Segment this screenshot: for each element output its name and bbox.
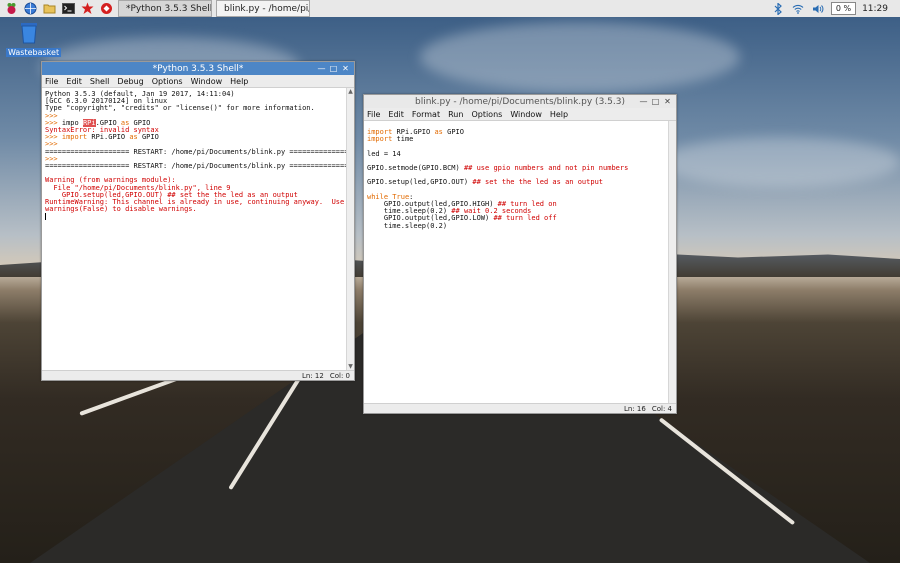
menu-help[interactable]: Help bbox=[550, 110, 568, 119]
menu-help[interactable]: Help bbox=[230, 77, 248, 86]
shell-status-line: Ln: 12 bbox=[302, 371, 324, 380]
text-cursor-line bbox=[45, 213, 346, 221]
code-token: import bbox=[61, 133, 88, 142]
code-token: ## use gpio numbers and not pin numbers bbox=[463, 163, 629, 172]
shell-scrollbar[interactable]: ▲ ▼ bbox=[346, 88, 354, 370]
clock[interactable]: 11:29 bbox=[862, 4, 888, 14]
code-line: GPIO.setmode(GPIO.BCM) ## use gpio numbe… bbox=[367, 163, 668, 172]
close-icon[interactable]: ✕ bbox=[341, 64, 350, 73]
code-token: GPIO bbox=[442, 128, 464, 136]
close-icon[interactable]: ✕ bbox=[663, 97, 672, 106]
python-shell-window: *Python 3.5.3 Shell* — □ ✕ File Edit Shell… bbox=[41, 61, 355, 381]
shell-menubar: File Edit Shell Debug Options Window Help bbox=[42, 75, 354, 88]
shell-title: *Python 3.5.3 Shell* bbox=[152, 63, 244, 74]
menu-debug[interactable]: Debug bbox=[117, 77, 143, 86]
code-token: import bbox=[367, 135, 393, 144]
menu-options[interactable]: Options bbox=[152, 77, 183, 86]
code-line: Type "copyright", "credits" or "license(… bbox=[45, 105, 346, 112]
volume-icon[interactable] bbox=[811, 2, 825, 16]
wastebasket-icon bbox=[21, 23, 37, 44]
wifi-icon[interactable] bbox=[791, 2, 805, 16]
wastebasket-label: Wastebasket bbox=[6, 48, 62, 57]
code-token: time.sleep(0.2) bbox=[367, 221, 448, 230]
menu-window[interactable]: Window bbox=[191, 77, 223, 86]
code-token: ## turn led off bbox=[493, 214, 557, 223]
editor-menubar: File Edit Format Run Options Window Help bbox=[364, 108, 676, 121]
scroll-down-icon[interactable]: ▼ bbox=[347, 363, 354, 370]
taskbar-task-shell[interactable]: *Python 3.5.3 Shell* bbox=[118, 0, 212, 17]
menu-format[interactable]: Format bbox=[412, 110, 440, 119]
mathematica-icon[interactable] bbox=[80, 1, 95, 16]
taskbar-task-editor[interactable]: blink.py - /home/pi/D... bbox=[216, 0, 310, 17]
menu-file[interactable]: File bbox=[45, 77, 58, 86]
menu-window[interactable]: Window bbox=[510, 110, 542, 119]
code-token: as bbox=[129, 133, 138, 142]
editor-title: blink.py - /home/pi/Documents/blink.py (… bbox=[415, 96, 625, 107]
maximize-icon[interactable]: □ bbox=[329, 64, 338, 73]
code-token: time bbox=[392, 135, 414, 144]
shell-output[interactable]: Python 3.5.3 (default, Jan 19 2017, 14:1… bbox=[42, 88, 346, 370]
shell-statusbar: Ln: 12 Col: 0 bbox=[42, 370, 354, 380]
code-token: as bbox=[434, 128, 443, 136]
code-token: ## set the the led as an output bbox=[472, 178, 604, 187]
editor-status-col: Col: 4 bbox=[651, 404, 672, 413]
shell-status-col: Col: 0 bbox=[329, 371, 350, 380]
taskbar-task-editor-label: blink.py - /home/pi/D... bbox=[224, 3, 309, 14]
editor-title-bar[interactable]: blink.py - /home/pi/Documents/blink.py (… bbox=[364, 95, 676, 108]
text-cursor bbox=[45, 213, 46, 221]
menu-run[interactable]: Run bbox=[448, 110, 463, 119]
menu-edit[interactable]: Edit bbox=[66, 77, 82, 86]
taskbar: *Python 3.5.3 Shell* blink.py - /home/pi… bbox=[0, 0, 900, 18]
editor-scrollbar[interactable] bbox=[668, 121, 676, 403]
web-browser-icon[interactable] bbox=[23, 1, 38, 16]
code-line: time.sleep(0.2) bbox=[367, 221, 668, 230]
wolfram-icon[interactable] bbox=[99, 1, 114, 16]
editor-status-line: Ln: 16 bbox=[624, 404, 646, 413]
menu-edit[interactable]: Edit bbox=[388, 110, 404, 119]
wastebasket-desktop-icon[interactable]: Wastebasket bbox=[6, 22, 62, 58]
code-line: warnings(False) to disable warnings. bbox=[45, 206, 346, 213]
cpu-monitor[interactable]: 0 % bbox=[830, 2, 857, 15]
code-line: import time bbox=[367, 136, 668, 143]
code-token: GPIO.setup(led,GPIO.OUT) bbox=[367, 178, 473, 187]
minimize-icon[interactable]: — bbox=[639, 97, 648, 106]
taskbar-task-shell-label: *Python 3.5.3 Shell* bbox=[126, 3, 212, 14]
code-line: >>> import RPi.GPIO as GPIO bbox=[45, 134, 346, 141]
menu-file[interactable]: File bbox=[367, 110, 380, 119]
code-token: GPIO.setmode(GPIO.BCM) bbox=[367, 163, 464, 172]
code-line: GPIO.setup(led,GPIO.OUT) ## set the the … bbox=[367, 179, 668, 186]
code-line: led = 14 bbox=[367, 149, 668, 158]
system-tray: 0 % 11:29 bbox=[771, 0, 900, 17]
code-line: ==================== RESTART: /home/pi/D… bbox=[45, 147, 346, 156]
editor-statusbar: Ln: 16 Col: 4 bbox=[364, 403, 676, 413]
maximize-icon[interactable]: □ bbox=[651, 97, 660, 106]
menu-shell[interactable]: Shell bbox=[90, 77, 110, 86]
raspberry-menu-icon[interactable] bbox=[4, 1, 19, 16]
bluetooth-icon[interactable] bbox=[771, 2, 785, 16]
code-token: ==================== RESTART: /home/pi/D… bbox=[45, 162, 346, 171]
editor-code[interactable]: import RPi.GPIO as GPIO import time led = … bbox=[364, 121, 668, 403]
code-token: warnings(False) to disable warnings. bbox=[45, 205, 197, 214]
file-manager-icon[interactable] bbox=[42, 1, 57, 16]
code-token: ==================== RESTART: /home/pi/D… bbox=[45, 147, 346, 156]
terminal-icon[interactable] bbox=[61, 1, 76, 16]
code-line: ==================== RESTART: /home/pi/D… bbox=[45, 162, 346, 171]
shell-title-bar[interactable]: *Python 3.5.3 Shell* — □ ✕ bbox=[42, 62, 354, 75]
code-token: RPi.GPIO bbox=[87, 133, 130, 142]
minimize-icon[interactable]: — bbox=[317, 64, 326, 73]
code-token: GPIO bbox=[137, 133, 159, 142]
editor-window: blink.py - /home/pi/Documents/blink.py (… bbox=[363, 94, 677, 414]
code-token: Type "copyright", "credits" or "license(… bbox=[45, 104, 315, 113]
code-token: led = 14 bbox=[367, 149, 401, 158]
menu-options[interactable]: Options bbox=[471, 110, 502, 119]
scroll-up-icon[interactable]: ▲ bbox=[347, 88, 354, 95]
